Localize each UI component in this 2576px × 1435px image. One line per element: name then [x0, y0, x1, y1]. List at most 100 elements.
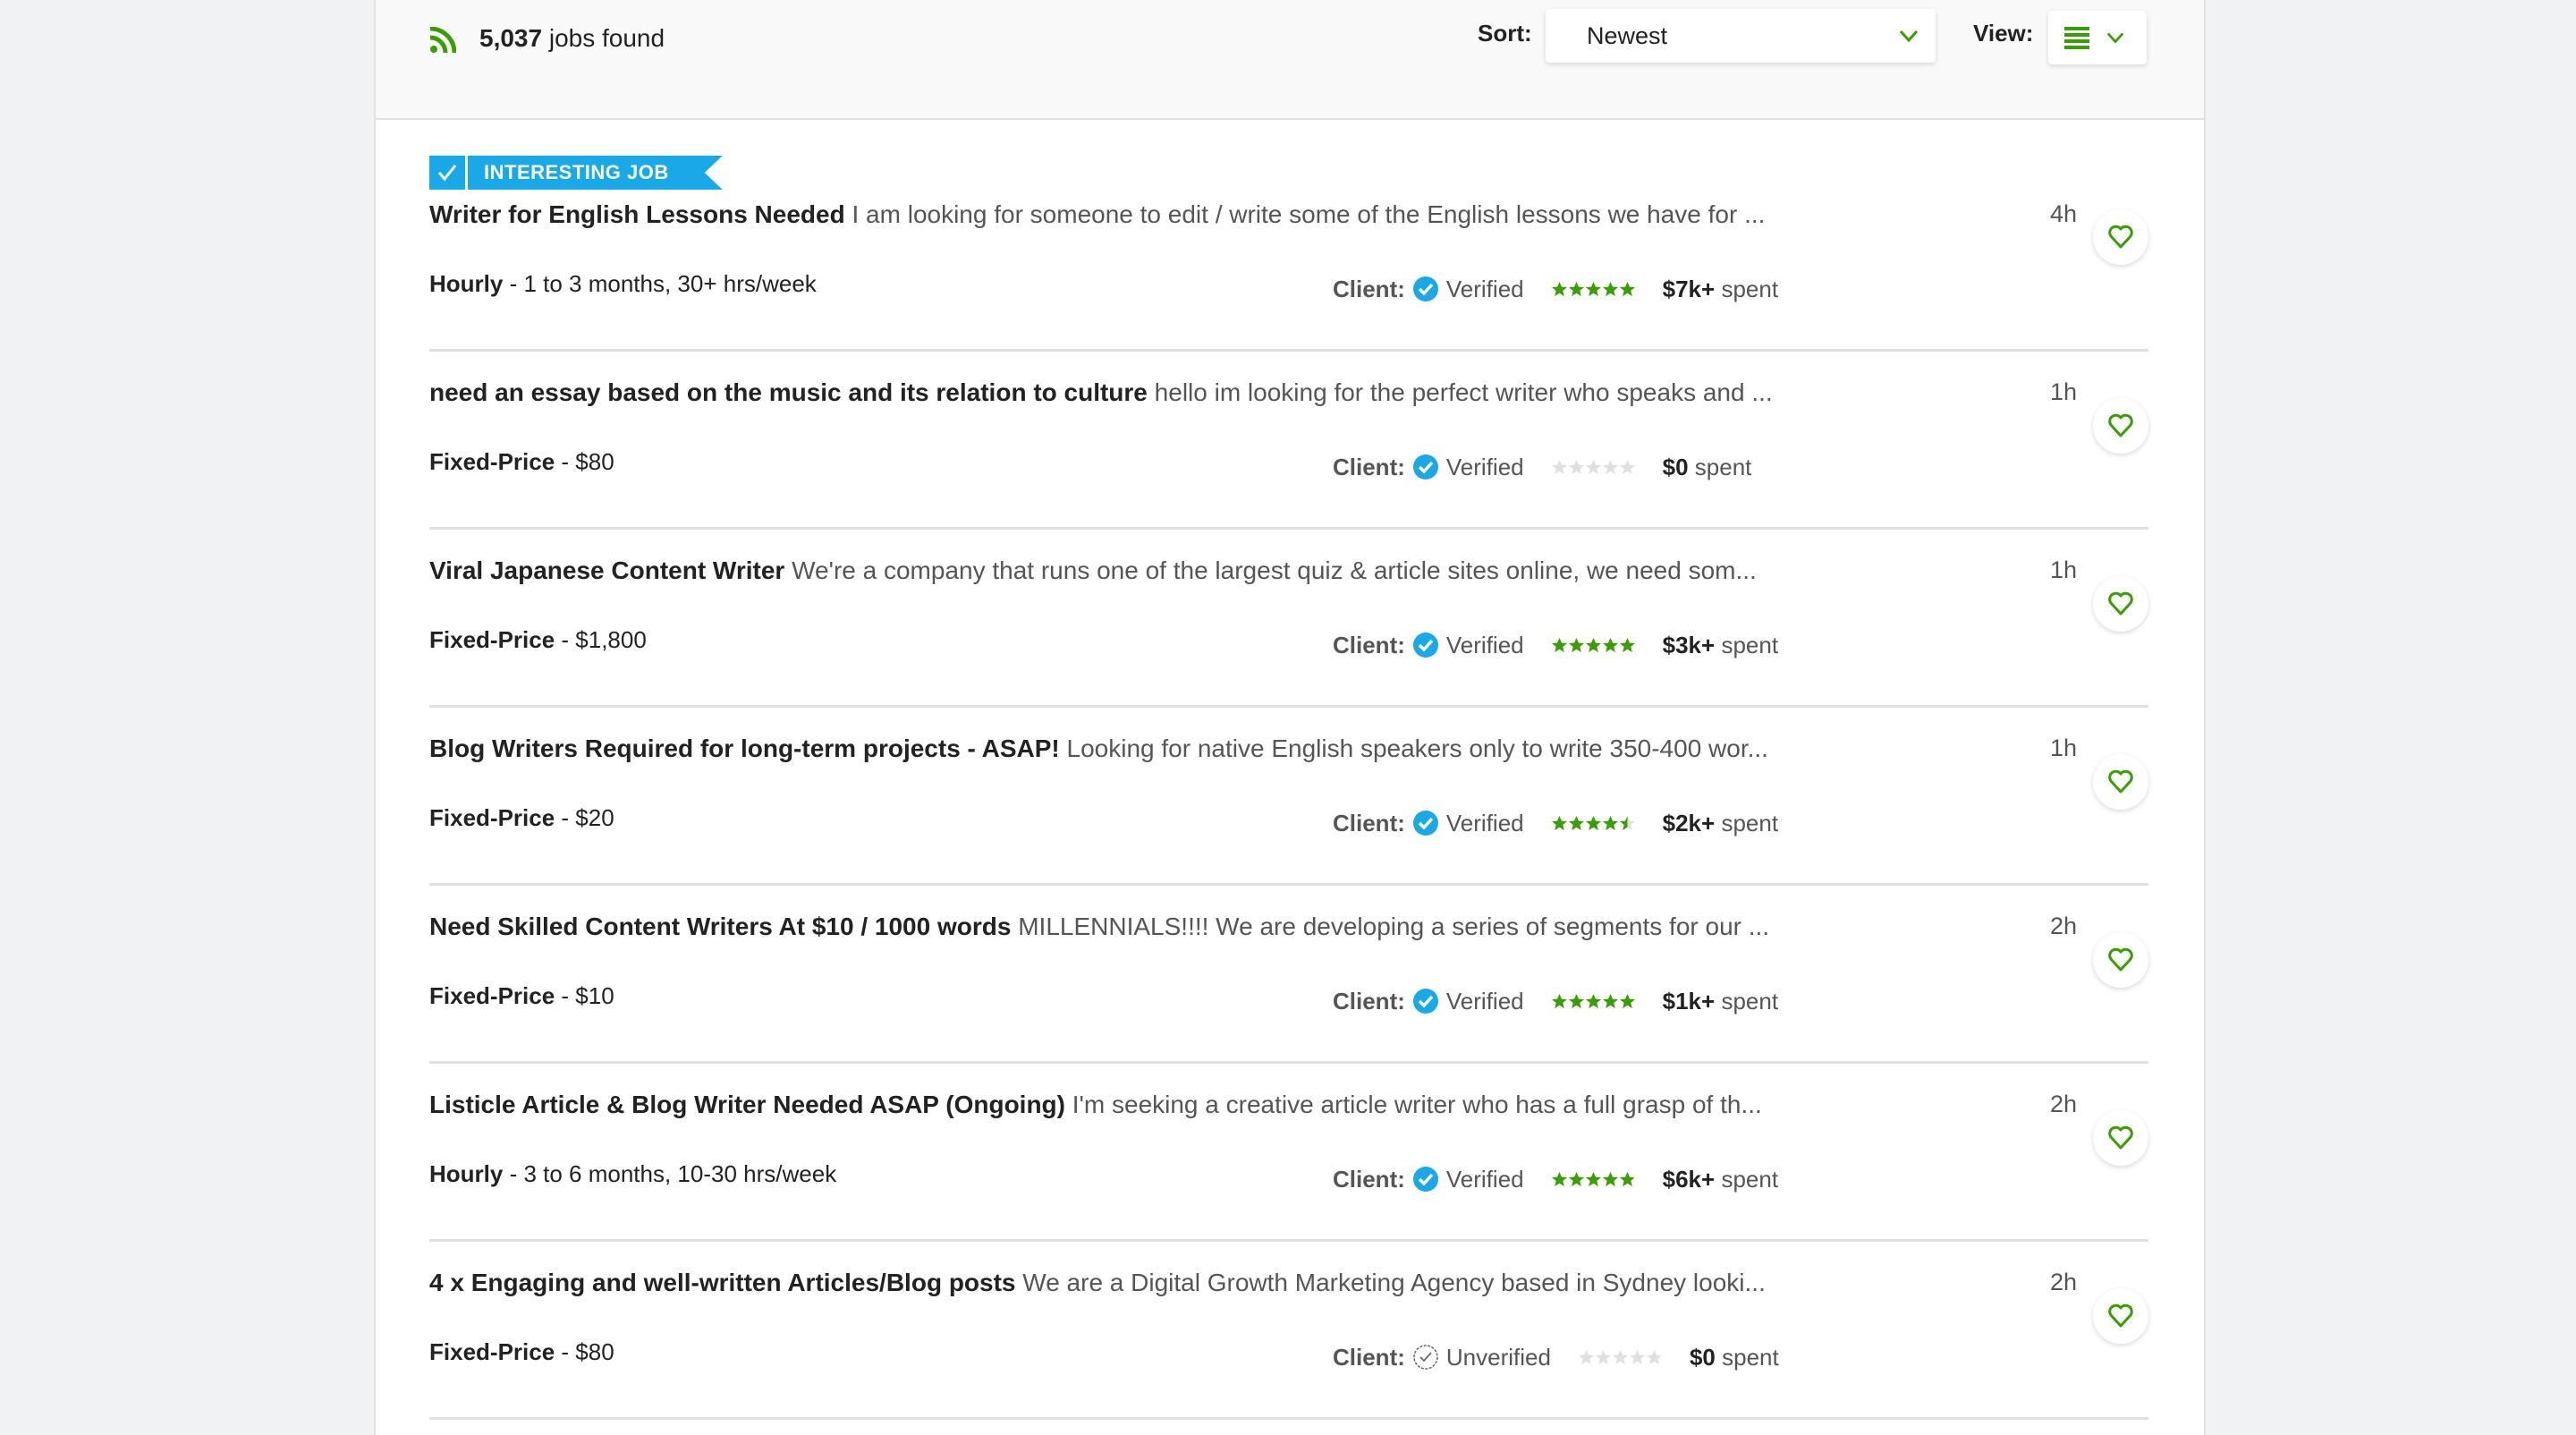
- client-info: Client: Verified $7k+ spent: [1333, 274, 1778, 304]
- verified-badge-icon: [1412, 633, 1438, 658]
- rss-feed-icon[interactable]: [429, 27, 456, 54]
- job-title-link[interactable]: need an essay based on the music and its…: [429, 378, 1148, 406]
- job-listing[interactable]: Viral Japanese Content Writer We're a co…: [429, 530, 2148, 708]
- chevron-down-icon: [2106, 32, 2124, 44]
- client-spent-amount: $3k+: [1662, 631, 1716, 658]
- verified-badge-icon: [1412, 1167, 1438, 1192]
- jobs-count-number: 5,037: [479, 24, 543, 52]
- job-title-link[interactable]: Viral Japanese Content Writer: [429, 556, 784, 584]
- save-job-button[interactable]: [2093, 576, 2148, 632]
- star-icon: [1595, 1349, 1612, 1364]
- job-terms-details: - $1,800: [555, 626, 647, 653]
- job-terms: Hourly - 3 to 6 months, 10-30 hrs/week: [429, 1160, 836, 1188]
- job-description: We're a company that runs one of the lar…: [792, 556, 1757, 584]
- star-icon: [1619, 993, 1635, 1008]
- job-listing[interactable]: Need Skilled Content Writers At $10 / 10…: [429, 886, 2148, 1064]
- job-description: Looking for native English speakers only…: [1066, 734, 1768, 762]
- client-spent-label: spent: [1722, 1343, 1779, 1371]
- posted-age: 1h: [2049, 734, 2077, 761]
- star-icon: [1619, 815, 1635, 830]
- job-terms: Fixed-Price - $80: [429, 1338, 614, 1366]
- client-info: Client: Verified $6k+ spent: [1333, 1164, 1778, 1194]
- star-icon: [1585, 281, 1601, 296]
- job-title-link[interactable]: Blog Writers Required for long-term proj…: [429, 734, 1060, 762]
- job-title-link[interactable]: Need Skilled Content Writers At $10 / 10…: [429, 913, 1011, 940]
- client-info: Client: Verified $0 spent: [1333, 452, 1751, 482]
- job-terms: Fixed-Price - $80: [429, 448, 614, 476]
- star-icon: [1578, 1349, 1595, 1364]
- client-spent: $3k+ spent: [1663, 632, 1778, 659]
- client-spent: $0 spent: [1663, 454, 1752, 481]
- job-terms-details: - 1 to 3 months, 30+ hrs/week: [503, 270, 817, 297]
- star-icon: [1551, 459, 1567, 474]
- job-terms-details: - $80: [555, 1338, 614, 1365]
- results-header: 5,037 jobs found Sort: Newest View:: [376, 0, 2204, 120]
- client-label: Client:: [1333, 1343, 1405, 1371]
- job-type: Fixed-Price: [429, 804, 555, 831]
- save-job-button[interactable]: [2093, 1288, 2148, 1344]
- job-type: Fixed-Price: [429, 1338, 555, 1365]
- posted-age: 1h: [2049, 378, 2077, 405]
- client-spent-amount: $0: [1689, 1343, 1716, 1371]
- save-job-button[interactable]: [2093, 932, 2148, 988]
- job-terms-details: - $20: [555, 804, 614, 831]
- star-icon: [1551, 1171, 1567, 1186]
- verified-badge-icon: [1412, 454, 1438, 480]
- client-spent-amount: $1k+: [1662, 987, 1716, 1015]
- job-listing[interactable]: Listicle Article & Blog Writer Needed AS…: [429, 1064, 2148, 1242]
- star-icon: [1619, 459, 1635, 474]
- heart-icon: [2108, 947, 2133, 972]
- save-job-button[interactable]: [2093, 209, 2148, 265]
- star-icon: [1602, 815, 1618, 830]
- job-terms: Fixed-Price - $10: [429, 982, 614, 1010]
- star-icon: [1551, 281, 1567, 296]
- client-label: Client:: [1333, 631, 1405, 658]
- job-terms: Fixed-Price - $1,800: [429, 626, 647, 654]
- view-mode-dropdown[interactable]: [2048, 11, 2147, 64]
- star-icon: [1646, 1349, 1663, 1364]
- star-icon: [1585, 993, 1601, 1008]
- star-icon: [1585, 815, 1601, 830]
- job-description: We are a Digital Growth Marketing Agency…: [1022, 1269, 1766, 1296]
- job-terms-details: - $10: [555, 982, 614, 1009]
- heart-icon: [2108, 591, 2133, 616]
- star-icon: [1551, 637, 1567, 652]
- client-verification-status: Verified: [1445, 275, 1524, 302]
- sort-dropdown[interactable]: Newest: [1546, 9, 1936, 63]
- client-spent-label: spent: [1721, 987, 1779, 1015]
- job-description: MILLENNIALS!!!! We are developing a seri…: [1018, 913, 1770, 940]
- star-icon: [1585, 637, 1601, 652]
- client-info: Client: Verified $2k+ spent: [1333, 808, 1778, 838]
- posted-age: 2h: [2049, 913, 2077, 939]
- job-title-link[interactable]: 4 x Engaging and well-written Articles/B…: [429, 1269, 1016, 1296]
- job-listing[interactable]: need an essay based on the music and its…: [429, 352, 2148, 530]
- star-icon: [1568, 281, 1584, 296]
- posted-age: 1h: [2049, 556, 2077, 583]
- star-icon: [1568, 993, 1584, 1008]
- sort-selected-value: Newest: [1587, 22, 1668, 49]
- client-rating-stars: [1551, 993, 1636, 1010]
- job-listing[interactable]: INTERESTING JOB Writer for English Lesso…: [429, 118, 2148, 352]
- save-job-button[interactable]: [2093, 1110, 2148, 1166]
- star-icon: [1612, 1349, 1629, 1364]
- job-title-link[interactable]: Writer for English Lessons Needed: [429, 200, 845, 228]
- client-label: Client:: [1333, 987, 1405, 1015]
- posted-age: 2h: [2049, 1269, 2077, 1295]
- client-spent: $2k+ spent: [1663, 810, 1778, 837]
- job-type: Fixed-Price: [429, 448, 555, 475]
- save-job-button[interactable]: [2093, 398, 2148, 454]
- client-spent-label: spent: [1721, 1165, 1779, 1193]
- client-spent-amount: $2k+: [1662, 809, 1716, 836]
- client-label: Client:: [1333, 809, 1405, 836]
- star-icon: [1619, 281, 1635, 296]
- star-icon: [1602, 281, 1618, 296]
- jobs-found-count: 5,037 jobs found: [479, 24, 665, 53]
- sort-label: Sort:: [1478, 20, 1532, 47]
- job-title-link[interactable]: Listicle Article & Blog Writer Needed AS…: [429, 1091, 1065, 1118]
- star-icon: [1619, 637, 1635, 652]
- badge-label: INTERESTING JOB: [468, 156, 723, 190]
- job-listing[interactable]: 4 x Engaging and well-written Articles/B…: [429, 1242, 2148, 1420]
- job-listing[interactable]: Blog Writers Required for long-term proj…: [429, 708, 2148, 886]
- client-spent-amount: $0: [1662, 453, 1689, 480]
- save-job-button[interactable]: [2093, 754, 2148, 810]
